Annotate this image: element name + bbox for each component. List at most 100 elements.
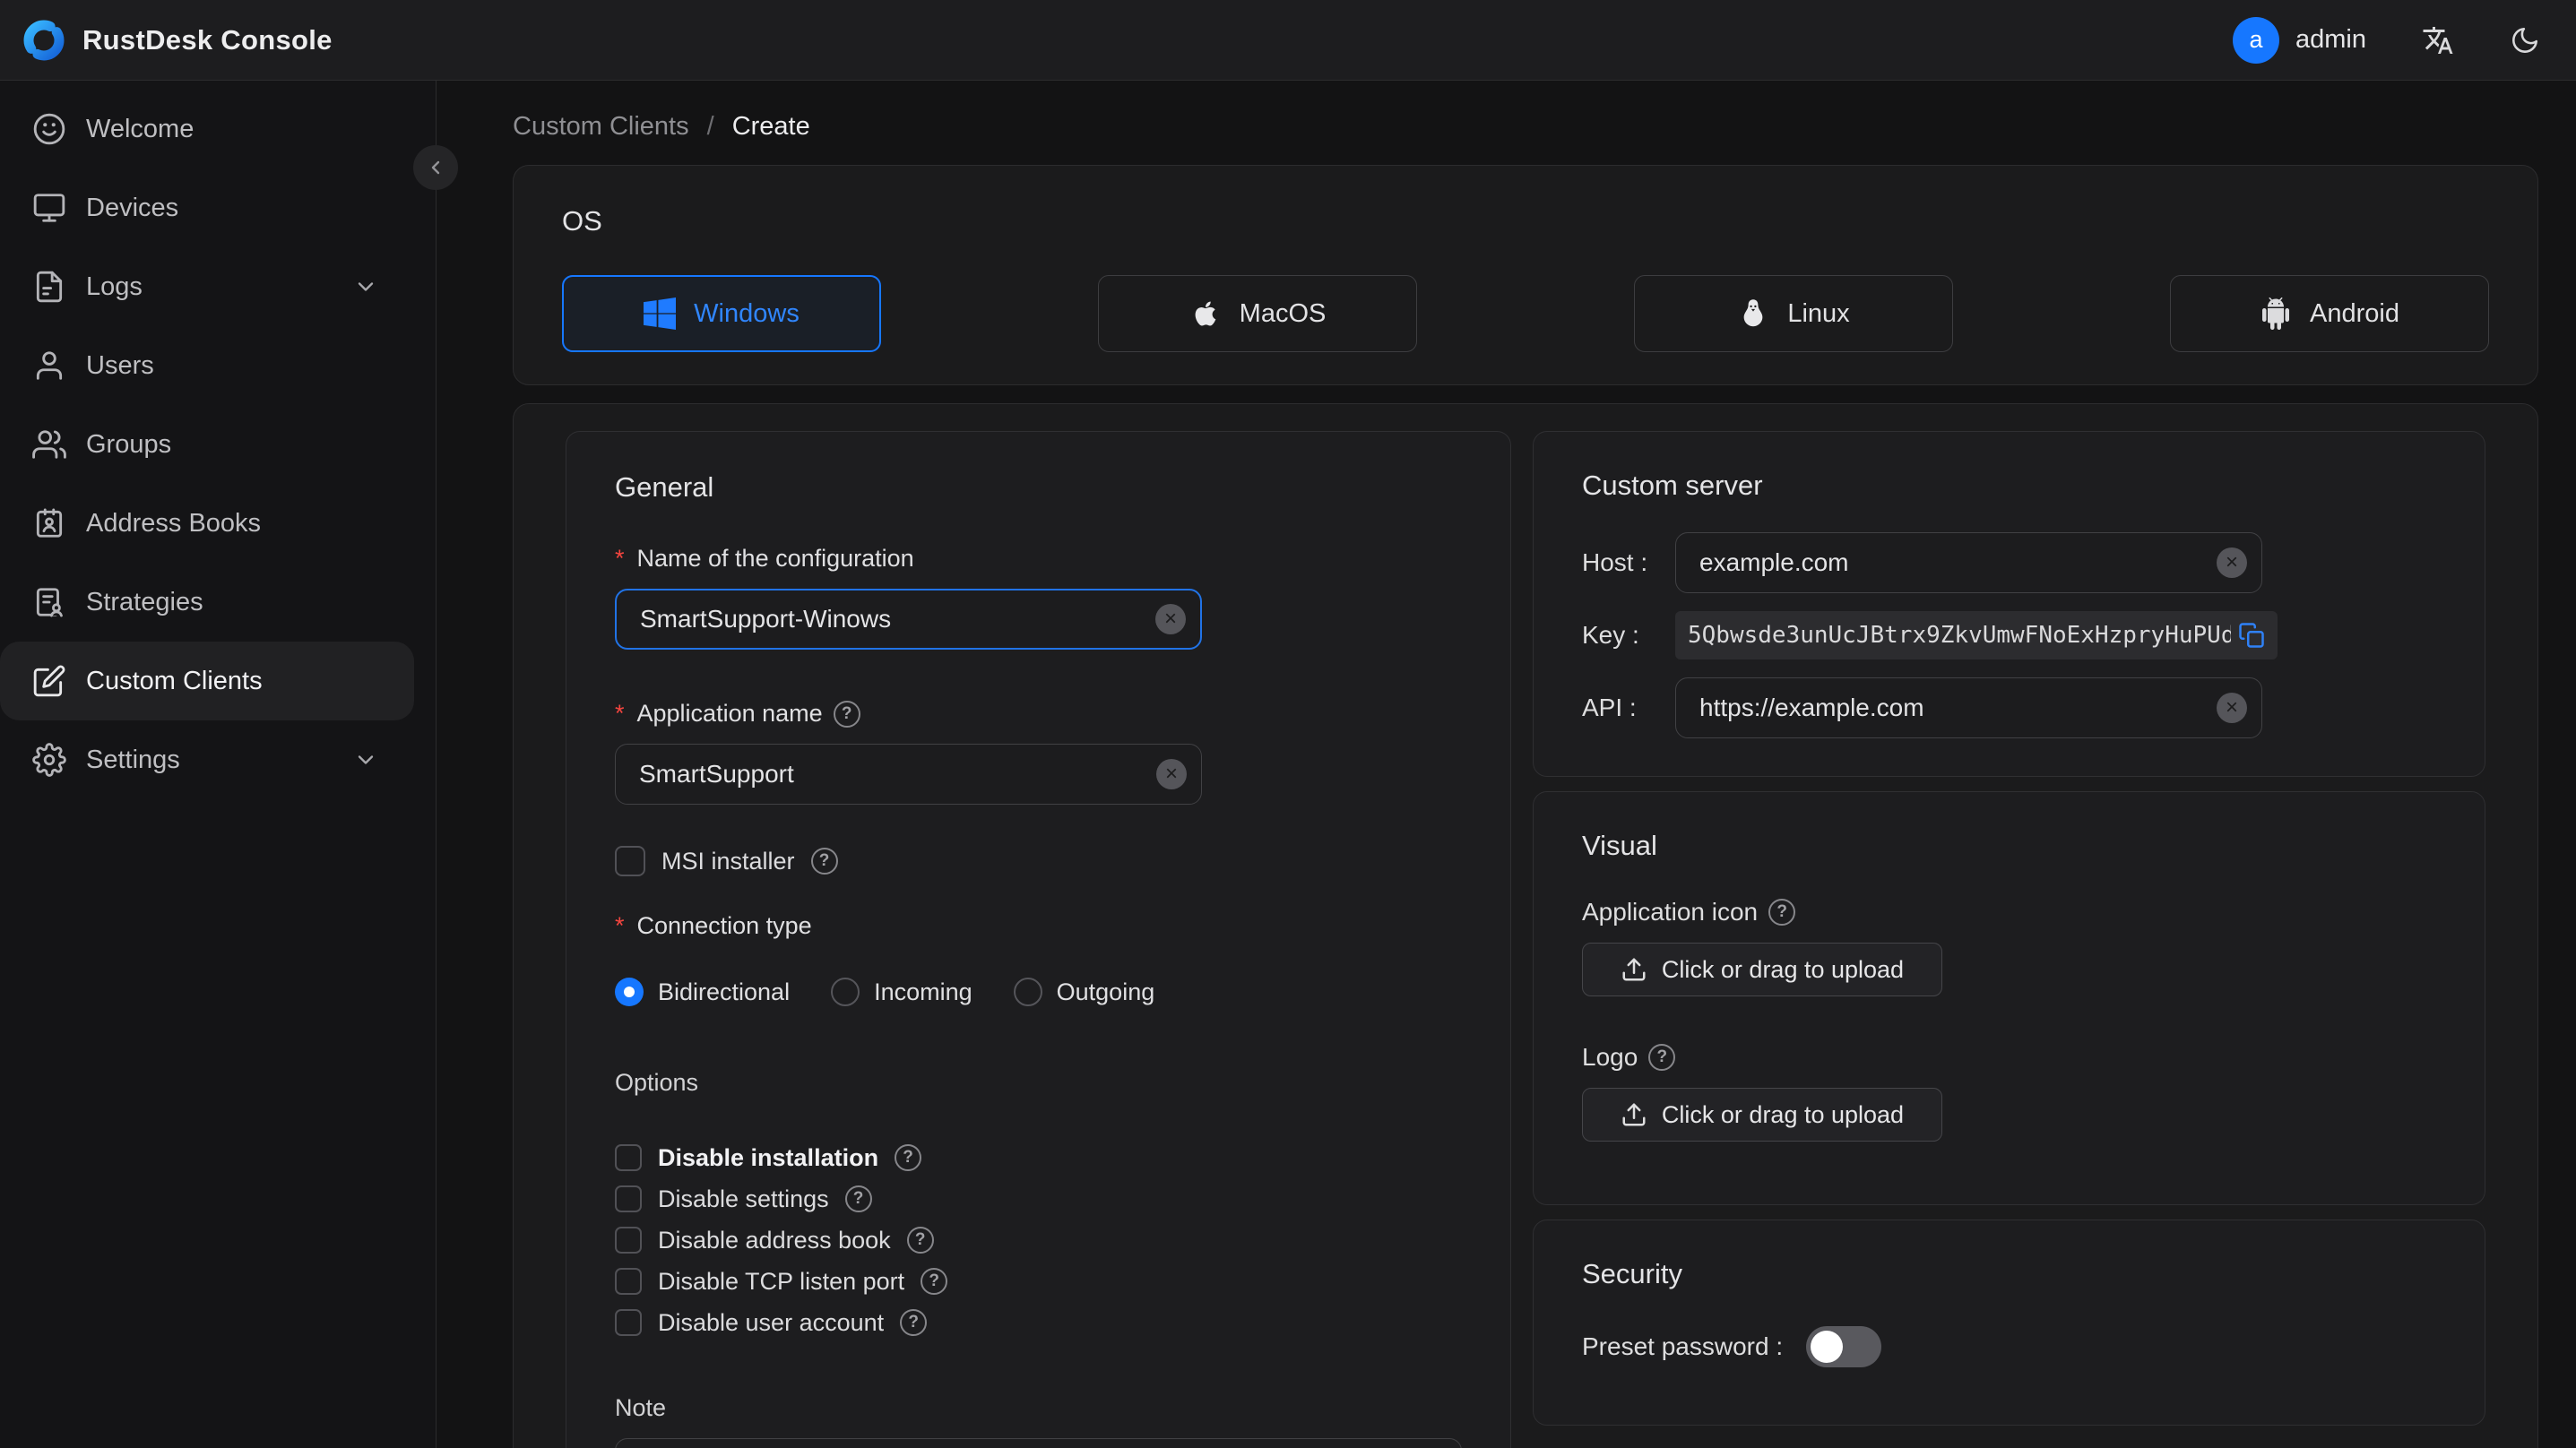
address-book-icon [32,506,66,540]
os-options-row: Windows MacOS Linux Android [562,275,2489,352]
help-icon[interactable]: ? [810,848,838,875]
sidebar-item-custom-clients[interactable]: Custom Clients [0,642,414,720]
note-label: Note [615,1394,667,1421]
sidebar-item-label: Address Books [86,508,262,538]
upload-icon [1621,956,1647,983]
app-title: RustDesk Console [82,23,333,56]
edit-square-icon [32,664,66,698]
sidebar-item-welcome[interactable]: Welcome [0,90,414,168]
api-row: API : × [1582,677,2436,738]
option-disable-user-account: Disable user account ? [615,1306,1462,1339]
file-text-icon [32,270,66,304]
os-button-label: MacOS [1239,298,1327,328]
chevron-left-icon [425,157,446,178]
user-icon [32,349,66,383]
copy-icon[interactable] [2238,622,2265,649]
logo-upload-button[interactable]: Click or drag to upload [1582,1088,1942,1142]
avatar-initial: a [2249,26,2263,53]
radio-icon [1013,978,1042,1006]
radio-incoming[interactable]: Incoming [831,978,972,1006]
help-icon[interactable]: ? [844,1185,872,1212]
connection-type-label: * Connection type [615,912,812,939]
help-icon[interactable]: ? [1768,899,1796,926]
application-name-input[interactable] [639,760,1145,789]
application-name-input-wrap: × [615,744,1202,805]
sidebar-item-address-books[interactable]: Address Books [0,484,414,563]
config-container-card: General * Name of the configuration × * … [513,403,2538,1448]
disable-address-book-checkbox[interactable] [615,1227,642,1254]
strategy-doc-icon [32,585,66,619]
sidebar-item-label: Devices [86,193,179,222]
apple-icon [1189,297,1222,330]
disable-installation-checkbox[interactable] [615,1144,642,1171]
main-content: Custom Clients / Create OS Windows MacOS… [437,81,2576,1448]
help-icon[interactable]: ? [906,1227,934,1254]
avatar[interactable]: a [2233,16,2279,64]
sidebar: Welcome Devices Logs Users Groups Addres… [0,81,458,1448]
clear-input-icon[interactable]: × [1156,759,1187,789]
clear-input-icon[interactable]: × [1155,604,1186,634]
disable-user-account-checkbox[interactable] [615,1309,642,1336]
android-icon [2260,297,2292,330]
sidebar-item-label: Logs [86,272,143,301]
preset-password-label: Preset password : [1582,1332,1784,1360]
msi-installer-label: MSI installer [661,847,795,875]
clear-input-icon[interactable]: × [2217,547,2247,578]
breadcrumb: Custom Clients / Create [513,106,2540,147]
breadcrumb-parent[interactable]: Custom Clients [513,112,689,142]
dark-mode-moon-icon[interactable] [2510,25,2540,56]
host-input[interactable] [1699,548,2206,577]
application-icon-upload-button[interactable]: Click or drag to upload [1582,943,1942,996]
help-icon[interactable]: ? [833,700,860,728]
os-button-macos[interactable]: MacOS [1098,275,1417,352]
clear-input-icon[interactable]: × [2217,693,2247,723]
radio-icon [831,978,860,1006]
os-button-linux[interactable]: Linux [1634,275,1953,352]
disable-settings-checkbox[interactable] [615,1185,642,1212]
sidebar-collapse-button[interactable] [413,145,458,190]
host-input-wrap: × [1675,532,2262,593]
config-name-input[interactable] [640,605,1145,634]
disable-tcp-listen-port-checkbox[interactable] [615,1268,642,1295]
help-icon[interactable]: ? [1648,1044,1676,1071]
note-textarea[interactable] [615,1438,1462,1448]
users-icon [32,427,66,461]
sidebar-item-groups[interactable]: Groups [0,405,414,484]
sidebar-item-users[interactable]: Users [0,326,414,405]
custom-server-title: Custom server [1582,470,1763,501]
help-icon[interactable]: ? [900,1309,928,1336]
required-asterisk: * [615,545,625,572]
sidebar-item-logs[interactable]: Logs [0,247,414,326]
linux-icon [1737,297,1769,330]
sidebar-item-devices[interactable]: Devices [0,168,414,247]
upload-button-label: Click or drag to upload [1661,955,1905,983]
connection-type-radios: Bidirectional Incoming Outgoing [615,978,1462,1006]
sidebar-item-strategies[interactable]: Strategies [0,563,414,642]
chevron-down-icon [353,747,378,772]
preset-password-toggle[interactable] [1806,1326,1882,1367]
radio-bidirectional[interactable]: Bidirectional [615,978,790,1006]
option-disable-installation: Disable installation ? [615,1142,1462,1174]
breadcrumb-separator: / [706,111,714,141]
username[interactable]: admin [2295,25,2366,55]
sidebar-item-label: Custom Clients [86,666,263,695]
msi-installer-checkbox[interactable] [615,846,645,876]
radio-outgoing[interactable]: Outgoing [1013,978,1154,1006]
api-input[interactable] [1699,694,2206,722]
sidebar-item-settings[interactable]: Settings [0,720,414,799]
security-title: Security [1582,1258,1682,1289]
gear-icon [32,743,66,777]
os-button-android[interactable]: Android [2170,275,2489,352]
os-button-windows[interactable]: Windows [562,275,881,352]
config-name-label: * Name of the configuration [615,545,914,572]
topbar-right: a admin [2233,16,2540,64]
breadcrumb-current: Create [731,111,810,141]
sidebar-item-label: Settings [86,745,180,774]
help-icon[interactable]: ? [895,1144,922,1171]
help-icon[interactable]: ? [921,1268,948,1295]
host-row: Host : × [1582,532,2436,593]
smile-icon [32,112,66,146]
options-title: Options [615,1069,699,1096]
translate-icon[interactable] [2422,24,2454,56]
os-button-label: Android [2310,298,2399,328]
